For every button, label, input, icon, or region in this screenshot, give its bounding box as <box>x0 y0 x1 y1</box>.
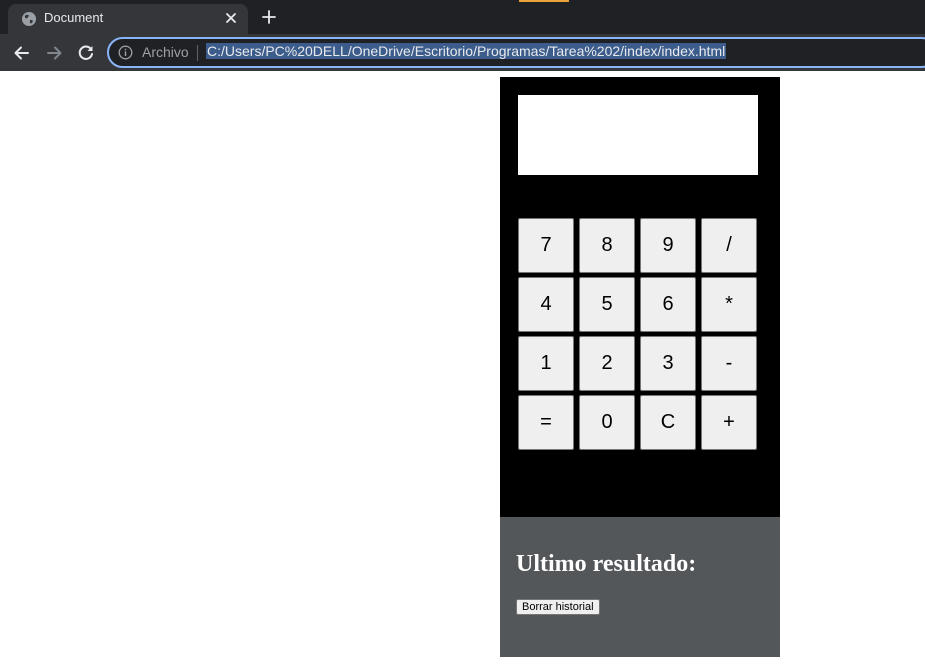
reload-icon[interactable] <box>76 43 96 63</box>
key-clear[interactable]: C <box>640 395 696 450</box>
key-divide[interactable]: / <box>701 218 757 273</box>
browser-toolbar: Archivo C:/Users/PC%20DELL/OneDrive/Escr… <box>0 34 925 71</box>
calculator: 7 8 9 / 4 5 6 * 1 2 3 - = 0 C + <box>500 77 780 517</box>
key-multiply[interactable]: * <box>701 277 757 332</box>
close-icon[interactable] <box>223 10 239 26</box>
key-subtract[interactable]: - <box>701 336 757 391</box>
key-6[interactable]: 6 <box>640 277 696 332</box>
tabstrip-accent <box>519 0 569 2</box>
omnibox-divider <box>197 45 198 61</box>
new-tab-icon[interactable] <box>261 9 277 25</box>
key-4[interactable]: 4 <box>518 277 574 332</box>
key-0[interactable]: 0 <box>579 395 635 450</box>
address-bar[interactable]: Archivo C:/Users/PC%20DELL/OneDrive/Escr… <box>107 37 925 68</box>
history-panel: Ultimo resultado: Borrar historial <box>500 517 780 657</box>
key-3[interactable]: 3 <box>640 336 696 391</box>
browser-tabstrip: Document <box>0 0 925 34</box>
url-text[interactable]: C:/Users/PC%20DELL/OneDrive/Escritorio/P… <box>206 43 727 59</box>
key-1[interactable]: 1 <box>518 336 574 391</box>
key-8[interactable]: 8 <box>579 218 635 273</box>
key-add[interactable]: + <box>701 395 757 450</box>
back-arrow-icon[interactable] <box>12 43 32 63</box>
forward-arrow-icon[interactable] <box>44 43 64 63</box>
key-9[interactable]: 9 <box>640 218 696 273</box>
url-scheme-label: Archivo <box>142 44 189 60</box>
key-7[interactable]: 7 <box>518 218 574 273</box>
key-equals[interactable]: = <box>518 395 574 450</box>
key-2[interactable]: 2 <box>579 336 635 391</box>
history-heading: Ultimo resultado: <box>516 551 697 577</box>
calculator-display[interactable] <box>518 95 758 175</box>
browser-tab[interactable]: Document <box>8 4 248 34</box>
globe-icon <box>21 11 37 27</box>
info-icon[interactable] <box>118 45 133 60</box>
key-5[interactable]: 5 <box>579 277 635 332</box>
clear-history-button[interactable]: Borrar historial <box>516 599 600 615</box>
tab-title: Document <box>44 10 104 25</box>
calculator-keypad: 7 8 9 / 4 5 6 * 1 2 3 - = 0 C + <box>518 218 758 453</box>
